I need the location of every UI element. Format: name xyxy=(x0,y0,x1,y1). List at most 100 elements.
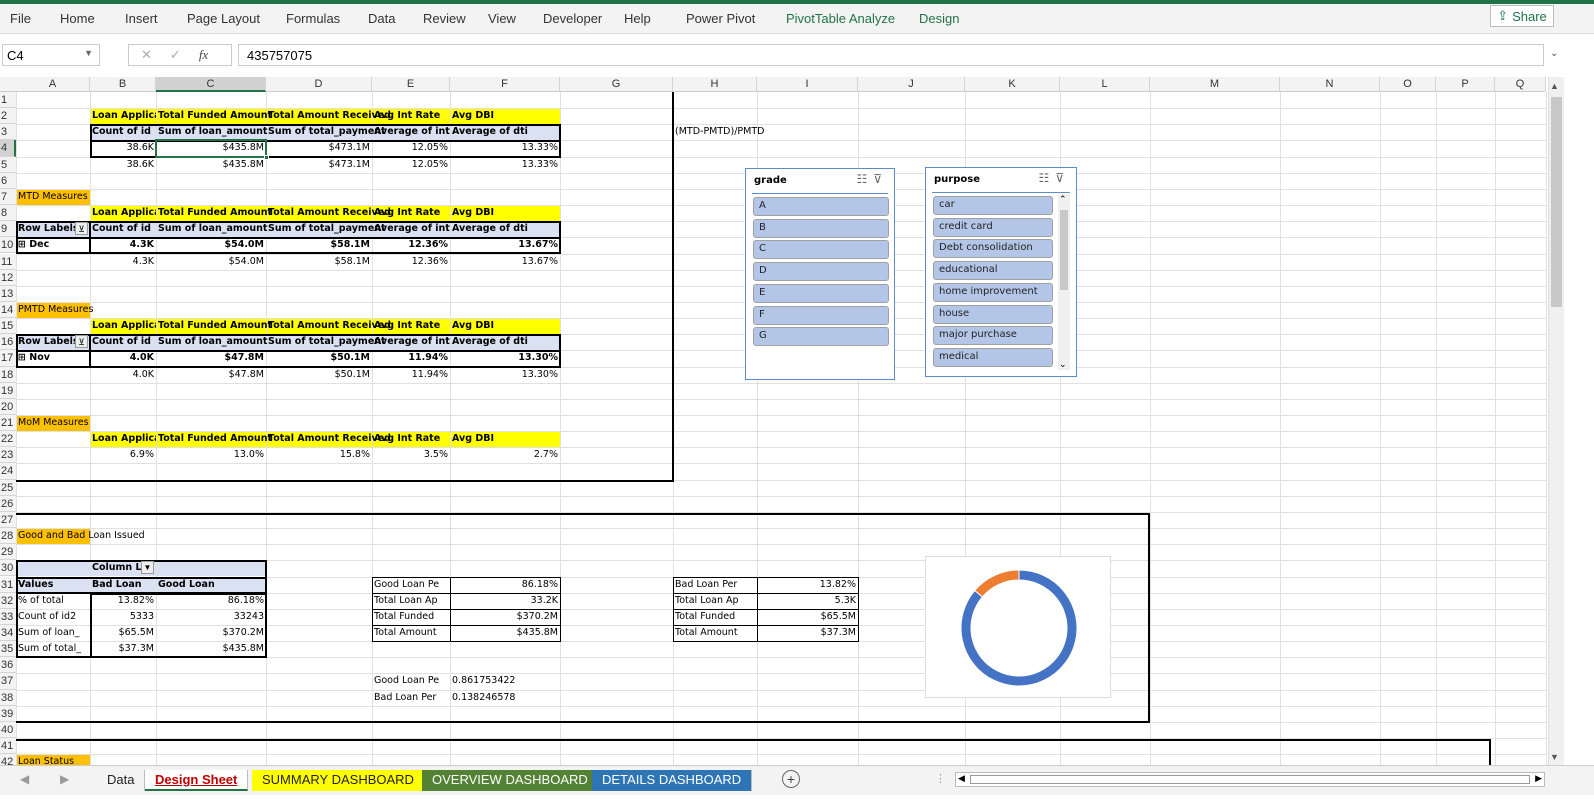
cell-F31[interactable]: 86.18% xyxy=(450,577,560,593)
cell-F33[interactable]: $370.2M xyxy=(450,609,560,625)
cell-C9[interactable]: Sum of loan_amount xyxy=(156,221,269,237)
filter-icon[interactable]: ⊻ xyxy=(75,335,88,349)
column-header-L[interactable]: L xyxy=(1060,77,1150,92)
cell-A28[interactable]: Good and Bad Loan Issued xyxy=(16,528,147,544)
column-header-N[interactable]: N xyxy=(1280,77,1380,92)
cell-C5[interactable]: $435.8M xyxy=(156,157,266,173)
cell-D3[interactable]: Sum of total_payment xyxy=(266,124,388,140)
cell-B8[interactable]: Loan Applica xyxy=(90,205,156,221)
row-header-7[interactable]: 7 xyxy=(0,188,16,206)
cell-C15[interactable]: Total Funded Amount xyxy=(156,318,274,334)
slicer-item[interactable]: C xyxy=(753,240,889,260)
cell-H34[interactable]: Total Amount xyxy=(673,625,757,641)
grade-slicer[interactable]: grade ☷⊽ ABCDEFG xyxy=(745,168,895,380)
cell-F15[interactable]: Avg DBI xyxy=(450,318,496,334)
cell-F37[interactable]: 0.861753422 xyxy=(450,673,517,689)
slicer-item[interactable]: car xyxy=(933,196,1053,215)
cell-F32[interactable]: 33.2K xyxy=(450,593,560,609)
cell-D23[interactable]: 15.8% xyxy=(266,447,372,463)
cell-C17[interactable]: $47.8M xyxy=(156,350,266,366)
name-box[interactable]: C4 ▼ xyxy=(2,44,100,66)
chevron-down-icon[interactable]: ▼ xyxy=(84,48,93,58)
slicer-item[interactable]: E xyxy=(753,283,889,303)
row-header-33[interactable]: 33 xyxy=(0,608,16,625)
scroll-up-icon[interactable]: ▲ xyxy=(1550,81,1559,91)
cell-C22[interactable]: Total Funded Amount xyxy=(156,431,274,447)
cell-H3[interactable]: (MTD-PMTD)/PMTD xyxy=(673,124,766,140)
row-header-22[interactable]: 22 xyxy=(0,431,16,448)
cell-F10[interactable]: 13.67% xyxy=(450,237,560,253)
share-button[interactable]: ⇪ Share xyxy=(1490,5,1554,27)
cell-F3[interactable]: Average of dti xyxy=(450,124,530,140)
sheet-tab-overview-dashboard[interactable]: OVERVIEW DASHBOARD xyxy=(422,770,599,791)
cell-H33[interactable]: Total Funded xyxy=(673,609,757,625)
column-header-B[interactable]: B xyxy=(90,77,156,92)
loan-donut-chart[interactable] xyxy=(925,556,1111,698)
cell-B11[interactable]: 4.3K xyxy=(90,254,156,270)
cell-C34[interactable]: $370.2M xyxy=(156,625,266,641)
row-header-10[interactable]: 10 xyxy=(0,237,16,254)
ribbon-tab-page-layout[interactable]: Page Layout xyxy=(187,11,260,26)
row-header-14[interactable]: 14 xyxy=(0,301,16,319)
fill-handle[interactable] xyxy=(264,154,269,160)
row-header-20[interactable]: 20 xyxy=(0,398,16,415)
column-header-G[interactable]: G xyxy=(560,77,673,92)
cell-F8[interactable]: Avg DBI xyxy=(450,205,496,221)
cell-F22[interactable]: Avg DBI xyxy=(450,431,496,447)
cell-A7[interactable]: MTD Measures xyxy=(16,189,90,205)
cell-B10[interactable]: 4.3K xyxy=(90,237,156,253)
cell-A35[interactable]: Sum of total_ xyxy=(16,641,90,657)
cell-B17[interactable]: 4.0K xyxy=(90,350,156,366)
cell-E17[interactable]: 11.94% xyxy=(372,350,450,366)
multi-select-icon[interactable]: ☷ xyxy=(1038,171,1055,185)
cell-B32[interactable]: 13.82% xyxy=(90,593,156,609)
cell-A32[interactable]: % of total xyxy=(16,593,90,609)
sheet-tab-details-dashboard[interactable]: DETAILS DASHBOARD xyxy=(592,770,753,791)
row-header-41[interactable]: 41 xyxy=(0,738,16,755)
slicer-item[interactable]: house xyxy=(933,304,1053,324)
cell-E22[interactable]: Avg Int Rate xyxy=(372,431,442,447)
scroll-down-icon[interactable]: ⌄ xyxy=(1059,359,1067,370)
cell-H32[interactable]: Total Loan Ap xyxy=(673,593,757,609)
cell-B16[interactable]: Count of id xyxy=(90,334,153,350)
cell-E8[interactable]: Avg Int Rate xyxy=(372,205,442,221)
cell-C3[interactable]: Sum of loan_amount xyxy=(156,124,269,140)
cell-D17[interactable]: $50.1M xyxy=(266,350,372,366)
cell-B15[interactable]: Loan Applica xyxy=(90,318,156,334)
column-header-I[interactable]: I xyxy=(757,77,858,92)
cell-E31[interactable]: Good Loan Pe xyxy=(372,577,450,593)
cell-A17[interactable]: ⊞ Nov xyxy=(16,350,52,366)
cell-C33[interactable]: 33243 xyxy=(156,609,266,625)
cell-D10[interactable]: $58.1M xyxy=(266,237,372,253)
cell-A14[interactable]: PMTD Measures xyxy=(16,302,95,318)
scroll-thumb[interactable] xyxy=(1060,210,1068,290)
row-header-21[interactable]: 21 xyxy=(0,415,16,432)
cell-B33[interactable]: 5333 xyxy=(90,609,156,625)
horizontal-scrollbar[interactable]: ◀ ▶ xyxy=(955,772,1545,787)
column-header-M[interactable]: M xyxy=(1150,77,1280,92)
cell-I33[interactable]: $65.5M xyxy=(757,609,858,625)
row-header-40[interactable]: 40 xyxy=(0,721,16,738)
cancel-icon[interactable]: ✕ xyxy=(141,47,152,63)
cell-E34[interactable]: Total Amount xyxy=(372,625,450,641)
cell-E5[interactable]: 12.05% xyxy=(372,157,450,173)
column-header-F[interactable]: F xyxy=(450,77,560,92)
cell-F2[interactable]: Avg DBI xyxy=(450,108,496,124)
ribbon-tab-developer[interactable]: Developer xyxy=(543,11,602,26)
cell-F5[interactable]: 13.33% xyxy=(450,157,560,173)
cell-F11[interactable]: 13.67% xyxy=(450,254,560,270)
cell-E11[interactable]: 12.36% xyxy=(372,254,450,270)
row-header-2[interactable]: 2 xyxy=(0,108,16,125)
cell-C18[interactable]: $47.8M xyxy=(156,367,266,383)
scroll-right-icon[interactable]: ▶ xyxy=(1535,773,1542,784)
tab-split-handle[interactable]: ⋮ xyxy=(935,772,946,785)
insert-function-icon[interactable]: fx xyxy=(199,47,208,63)
expand-formula-icon[interactable]: ⌄ xyxy=(1550,48,1558,59)
column-header-E[interactable]: E xyxy=(372,77,450,92)
cell-F38[interactable]: 0.138246578 xyxy=(450,690,517,706)
cell-C32[interactable]: 86.18% xyxy=(156,593,266,609)
prev-sheet-icon[interactable]: ◀ xyxy=(20,772,29,786)
scroll-thumb[interactable] xyxy=(970,775,1530,784)
row-header-32[interactable]: 32 xyxy=(0,592,16,609)
next-sheet-icon[interactable]: ▶ xyxy=(60,772,69,786)
